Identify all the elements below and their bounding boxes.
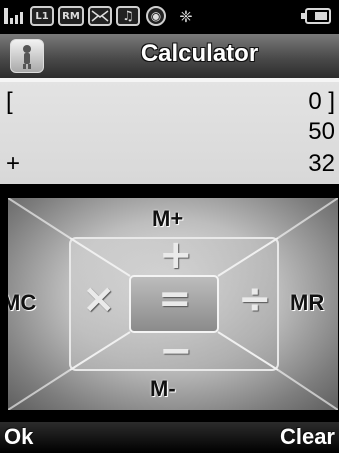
display-value: 32	[308, 150, 335, 177]
battery-icon	[301, 8, 331, 24]
memory-add-button[interactable]: M+	[152, 206, 183, 232]
display-value: 50	[308, 118, 335, 145]
display-line: + 32	[0, 148, 339, 180]
calculator-keypad: M+ + MC × = ÷ MR − M-	[8, 198, 338, 410]
l1-icon: L1	[30, 6, 54, 26]
add-button[interactable]: +	[159, 232, 193, 278]
message-icon	[88, 6, 112, 26]
status-bar: L1 RM ♫ ◉ ❈	[0, 0, 339, 34]
l1-label: L1	[35, 10, 49, 22]
globe-icon: ◉	[146, 6, 166, 26]
subtract-button[interactable]: −	[159, 328, 193, 374]
equals-button[interactable]: =	[158, 276, 192, 322]
memory-subtract-button[interactable]: M-	[150, 376, 176, 402]
memory-recall-button[interactable]: MR	[290, 290, 324, 316]
display-line: 50	[0, 116, 339, 148]
person-icon[interactable]	[10, 39, 44, 73]
clear-softkey[interactable]: Clear	[280, 424, 335, 450]
multiply-button[interactable]: ×	[82, 276, 116, 322]
rm-icon: RM	[58, 6, 84, 26]
rm-label: RM	[62, 10, 80, 22]
display-operator: [	[6, 88, 13, 115]
divide-button[interactable]: ÷	[238, 276, 272, 322]
ok-softkey[interactable]: Ok	[4, 424, 33, 450]
signal-icon	[4, 6, 26, 26]
calculator-display: [ 0 ] 50 + 32	[0, 78, 339, 184]
title-bar: Calculator	[0, 34, 339, 78]
settings-icon: ❈	[179, 6, 193, 26]
display-line: [ 0 ]	[0, 86, 339, 118]
memory-clear-button[interactable]: MC	[8, 290, 36, 316]
softkey-bar: Ok Clear	[0, 422, 339, 453]
display-value: 0 ]	[308, 88, 335, 115]
music-icon: ♫	[116, 6, 140, 26]
display-operator: +	[6, 150, 21, 177]
page-title: Calculator	[140, 40, 259, 67]
